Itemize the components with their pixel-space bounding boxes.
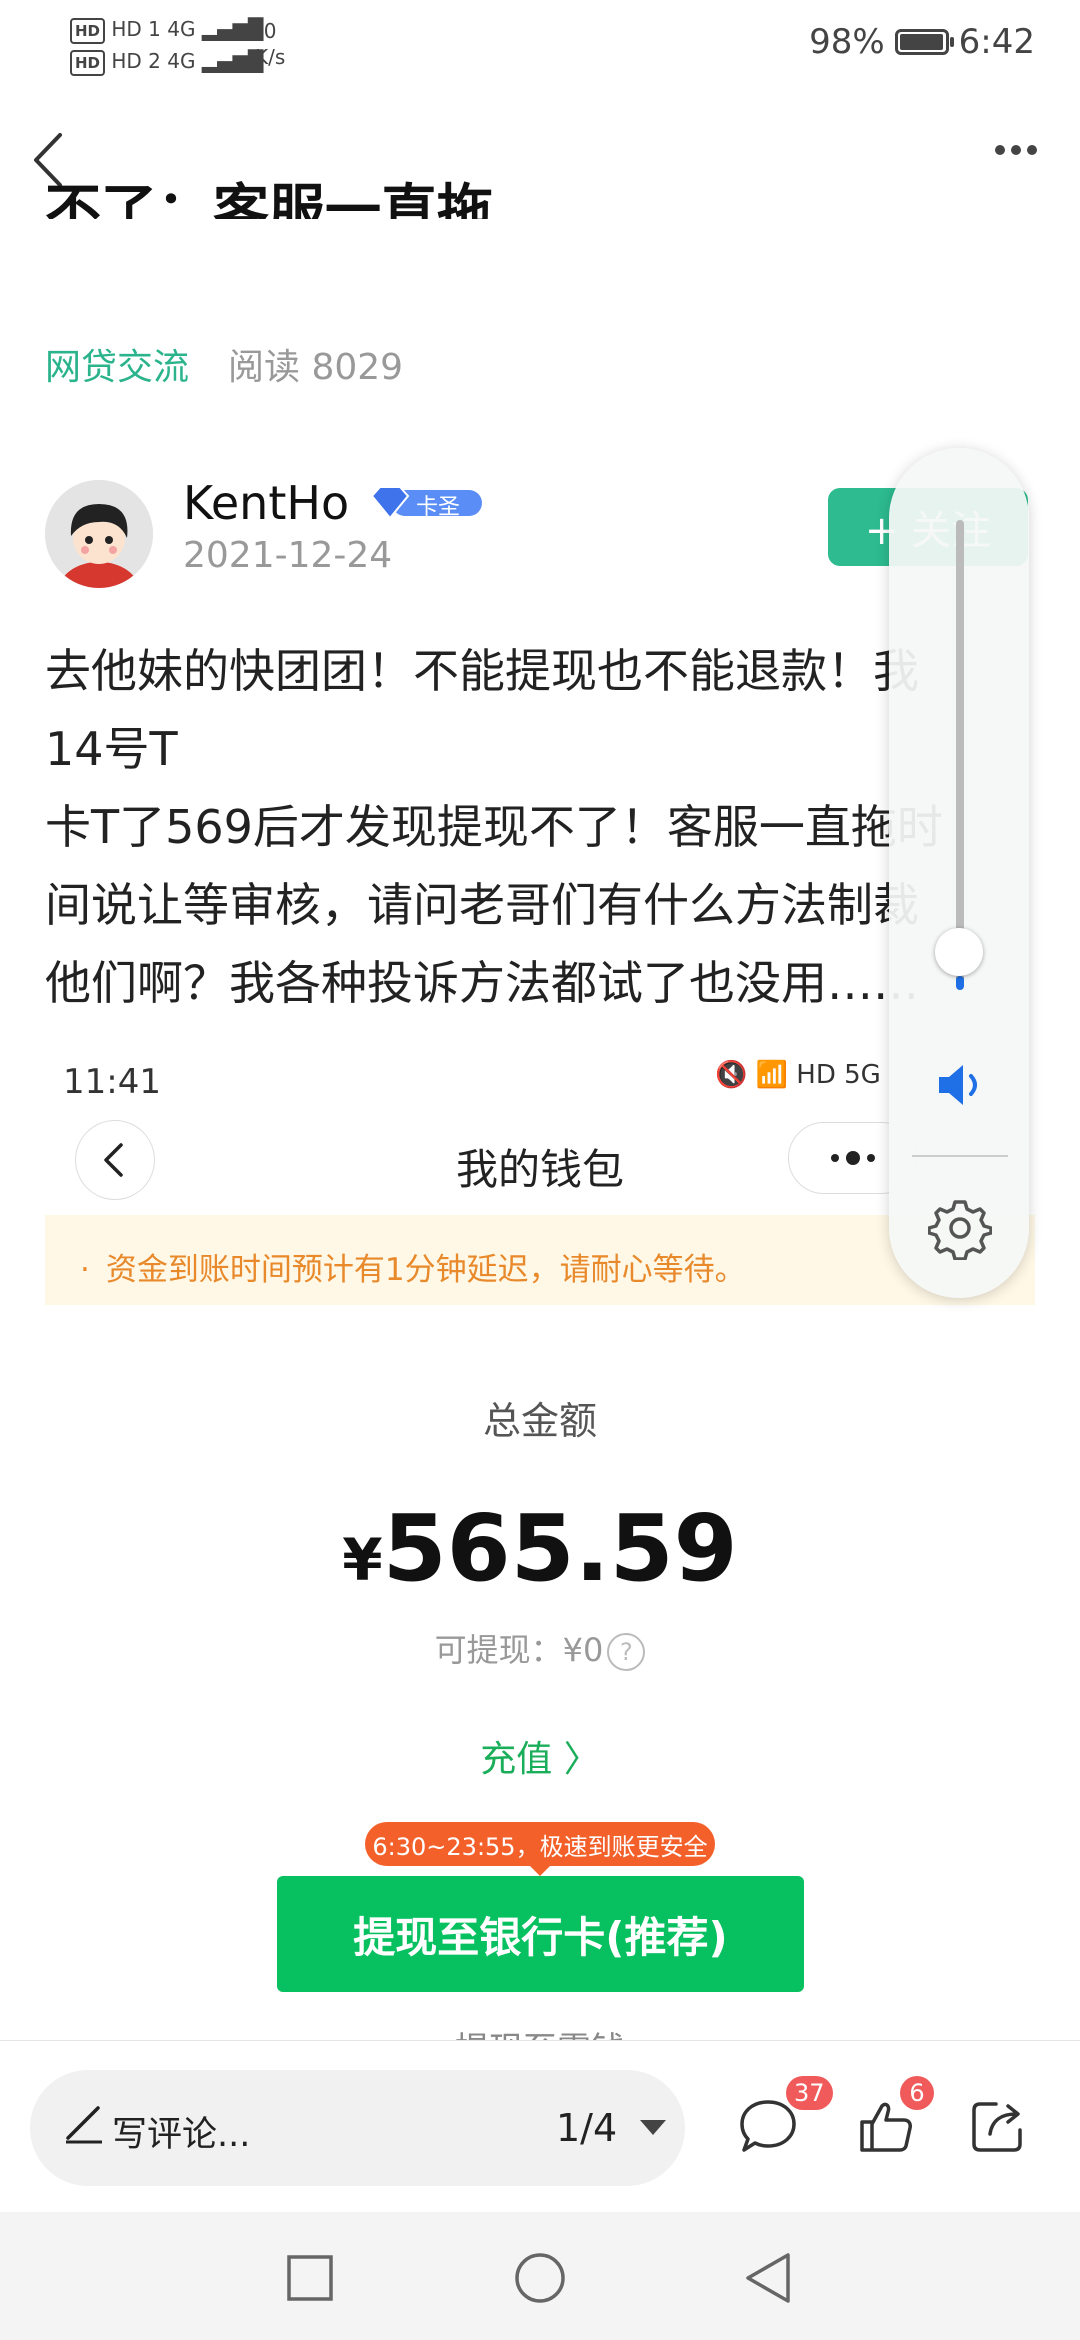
battery-percent: 98% [809, 22, 885, 62]
mute-icon: 🔇 [715, 1060, 748, 1090]
caret-down-icon[interactable] [640, 2120, 666, 2135]
amount-value: 565.59 [382, 1495, 738, 1602]
embedded-time: 11:41 [63, 1062, 161, 1102]
signal-indicator: HD HD 1 4G ▂▄▆█ HD HD 2 4G ▂▄▆█ [70, 18, 263, 76]
avatar-image [45, 480, 153, 588]
divider [912, 1155, 1008, 1157]
more-button[interactable] [992, 140, 1052, 170]
embedded-network: HD 5G [796, 1060, 881, 1090]
speed-unit: K/s [255, 45, 286, 69]
notice-message: 资金到账时间预计有1分钟延迟，请耐心等待。 [105, 1252, 746, 1288]
share-icon [972, 2102, 1022, 2152]
total-label: 总金额 [482, 1399, 597, 1443]
more-dots-icon [831, 1151, 875, 1165]
pencil-icon [62, 2102, 104, 2144]
available-amount: 可提现：¥0? [0, 1625, 1080, 1671]
sim2-signal: HD HD 2 4G ▂▄▆█ [70, 50, 263, 76]
level-badge: 卡圣 [370, 484, 485, 522]
read-count: 阅读 8029 [228, 347, 404, 388]
recents-button[interactable] [286, 2254, 334, 2306]
volume-slider-track[interactable] [956, 520, 964, 990]
withdraw-change-link: 提现至零钱 [0, 2022, 1080, 2040]
currency-symbol: ¥ [342, 1526, 383, 1594]
comment-count-badge: 37 [786, 2076, 833, 2110]
volume-slider-knob[interactable] [935, 928, 983, 976]
network-speed: 0 K/s [255, 18, 285, 70]
speaker-icon[interactable] [935, 1060, 989, 1110]
total-amount: ¥565.59 [0, 1495, 1080, 1602]
triangle-back-icon [746, 2253, 790, 2303]
nav-back-button[interactable] [744, 2252, 792, 2308]
status-right: 98% 6:42 [809, 22, 1035, 62]
home-button[interactable] [514, 2252, 566, 2308]
available-text: 可提现：¥0 [434, 1631, 604, 1669]
square-icon [287, 2255, 333, 2301]
notice-text: · 资金到账时间预计有1分钟延迟，请耐心等待。 [80, 1244, 746, 1289]
page-indicator[interactable]: 1/4 [556, 2106, 617, 2150]
battery-icon [894, 29, 954, 55]
post-title: 不了：客服一直拖 [45, 179, 493, 219]
wifi-icon: 📶 [755, 1060, 789, 1090]
like-count-badge: 6 [900, 2076, 934, 2110]
category-tag[interactable]: 网贷交流 [45, 338, 189, 390]
avatar[interactable] [45, 480, 153, 588]
speed-value: 0 [263, 19, 277, 43]
post-date: 2021-12-24 [183, 535, 393, 576]
bullet-icon: · [80, 1252, 90, 1288]
battery-fill [899, 34, 943, 50]
volume-slider-fill [956, 976, 964, 990]
help-icon: ? [607, 1633, 646, 1671]
embedded-status-icons: 🔇 📶 HD 5G [715, 1060, 881, 1090]
circle-icon [515, 2253, 565, 2303]
sim1-signal: HD HD 1 4G ▂▄▆█ [70, 18, 263, 44]
comment-placeholder[interactable]: 写评论... [112, 2106, 250, 2157]
more-dots-icon [992, 140, 1040, 159]
recharge-link: 充值 〉 [480, 1739, 600, 1780]
withdraw-bank-button: 提现至银行卡(推荐) [277, 1876, 804, 1992]
promo-bubble: 6:30~23:55，极速到账更安全 [365, 1822, 715, 1876]
share-button[interactable] [966, 2094, 1030, 2158]
gear-icon[interactable] [927, 1196, 993, 1261]
author-name[interactable]: KentHo [183, 476, 349, 530]
status-bar: HD HD 1 4G ▂▄▆█ HD HD 2 4G ▂▄▆█ 0 K/s 98… [0, 0, 1080, 90]
clock: 6:42 [958, 22, 1035, 62]
badge-label: 卡圣 [416, 495, 461, 520]
